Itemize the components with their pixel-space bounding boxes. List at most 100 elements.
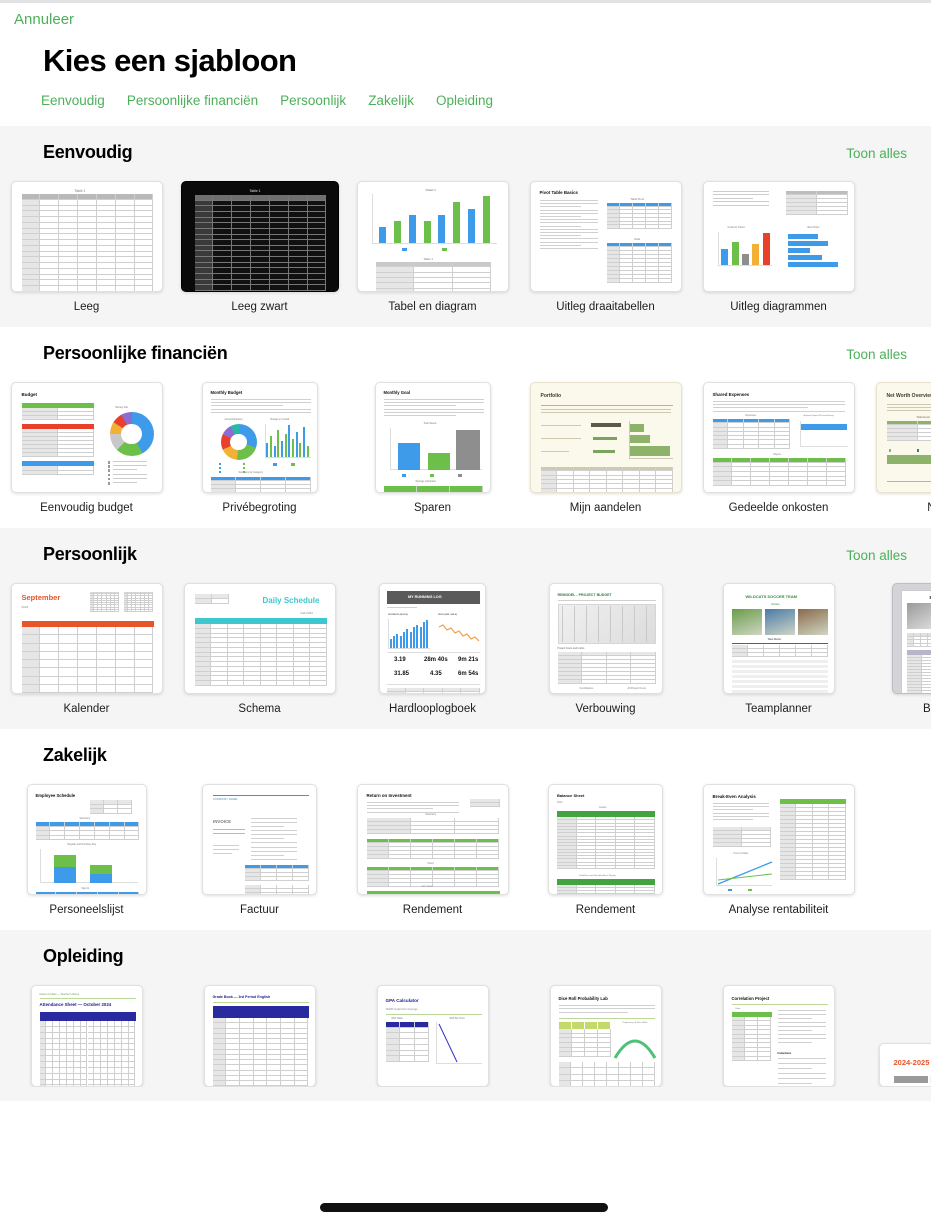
thumbnail-doc-title: 2020 [557, 801, 563, 804]
template-card[interactable]: Baby's First Year Babystatus [865, 583, 931, 715]
thumbnail-doc-title: DISTANCE (MILES) [388, 614, 408, 616]
template-card[interactable]: Chart 1 Table 1 Tabel en diagram [346, 181, 519, 313]
template-row[interactable]: Table 1 Leeg Table 1 Leeg zwart Chart 1 Table… [0, 163, 931, 313]
template-thumbnail[interactable]: Grade Book — 3rd Period English [203, 985, 316, 1087]
template-caption: Mijn aandelen [569, 502, 642, 514]
thumbnail-doc-title: Monthly Goal [383, 390, 411, 395]
thumbnail-doc-title: Summary by Category [238, 472, 263, 474]
thumbnail-doc-title: Regular and Overtime Pay [67, 844, 97, 846]
template-thumbnail[interactable]: 2024-2025 School Year [878, 1043, 931, 1087]
template-thumbnail[interactable]: Break-Even Analysis Cost vs Sales [702, 784, 855, 895]
template-caption: Analyse rentabiliteit [728, 904, 829, 916]
template-thumbnail[interactable]: Return on Investment Summary Chart NET YIEL… [356, 784, 509, 895]
template-card[interactable]: Daily Schedule Fall 2024 Schema [173, 583, 346, 715]
template-thumbnail[interactable]: Chart 1 Table 1 [356, 181, 509, 292]
template-card[interactable]: Monthly Goal Total Saved Savings Calculato… [346, 382, 519, 514]
template-card[interactable]: REMODEL - PROJECT BUDGET Project Costs an… [519, 583, 692, 715]
template-caption: Factuur [240, 904, 279, 916]
template-thumbnail[interactable]: Table 1 [180, 181, 339, 292]
template-thumbnail[interactable]: Baby's First Year [891, 583, 931, 694]
template-thumbnail[interactable]: GPA Calculator TERM Grade Point Average GP… [376, 985, 489, 1087]
thumbnail-doc-title: Summary [79, 818, 90, 820]
template-thumbnail[interactable]: Balance Sheet 2020 Assets Liabilities and S… [548, 784, 663, 895]
template-thumbnail[interactable]: Dice Roll Probability Lab Frequency of Di… [549, 985, 662, 1087]
template-card[interactable]: Correlation Project Data Instructions [692, 985, 865, 1087]
template-card[interactable]: COMPANY NAME INVOICE Factuur [173, 784, 346, 916]
template-card[interactable]: Portfolio Mijn aandelen [519, 382, 692, 514]
horizontal-scrollbar[interactable] [0, 1203, 931, 1212]
template-row[interactable]: Name of Class — Teacher's Name Attendance… [0, 967, 931, 1087]
thumbnail-doc-title: 2024 [21, 605, 29, 609]
template-row[interactable]: September 2024 Kalender Daily Schedule Fall … [0, 565, 931, 715]
template-thumbnail[interactable]: Shared Expenses Expenses Amount Spent Pers… [702, 382, 855, 493]
thumbnail-doc-title: Column Chart [727, 226, 745, 229]
template-card[interactable]: Table 1 Leeg [0, 181, 173, 313]
template-card[interactable]: Shared Expenses Expenses Amount Spent Pers… [692, 382, 865, 514]
template-card[interactable]: Grade Book — 3rd Period English [173, 985, 346, 1087]
template-row[interactable]: Budget Money Out Eenvoudig budget Monthly B… [0, 364, 931, 514]
thumbnail-doc-title: Roster [771, 602, 780, 606]
template-thumbnail[interactable]: Column Chart Bar Chart [702, 181, 855, 292]
template-card[interactable]: Break-Even Analysis Cost vs Sales Analyse … [692, 784, 865, 916]
template-card[interactable]: Dice Roll Probability Lab Frequency of Di… [519, 985, 692, 1087]
template-thumbnail[interactable]: Daily Schedule Fall 2024 [183, 583, 336, 694]
template-card[interactable]: Return on Investment Summary Chart NET YIEL… [346, 784, 519, 916]
template-row[interactable]: Employee Schedule Summary Regular and Over… [0, 766, 931, 916]
template-card[interactable] [865, 181, 931, 313]
template-thumbnail[interactable]: September 2024 [10, 583, 163, 694]
show-all-link[interactable]: Toon alles [846, 347, 907, 362]
template-thumbnail[interactable]: WILDCATS SOCCER TEAMRosterTeam RosterTea… [722, 583, 835, 694]
tab-persoonlijk[interactable]: Persoonlijk [280, 93, 346, 108]
template-thumbnail[interactable]: Net Worth OverviewTotal AssetsTotal Net … [875, 382, 931, 493]
template-card[interactable]: Monthly Budget Actual Summary Budget vs Ac… [173, 382, 346, 514]
template-card[interactable]: Table 1 Leeg zwart [173, 181, 346, 313]
template-thumbnail[interactable]: MY RUNNING LOG DISTANCE (MILES) PACE (MIN … [379, 583, 486, 694]
tab-opleiding[interactable]: Opleiding [436, 93, 493, 108]
template-card[interactable]: Budget Money Out Eenvoudig budget [0, 382, 173, 514]
tab-persoonlijke-financien[interactable]: Persoonlijke financiën [127, 93, 258, 108]
template-caption: Leeg zwart [231, 301, 288, 313]
thumbnail-doc-title: 2024-2025 School Year [893, 1058, 931, 1067]
template-card[interactable]: Pivot Table Basics Table Pivot Data Uitleg … [519, 181, 692, 313]
template-caption: Gedeelde onkosten [728, 502, 829, 514]
section-header: Zakelijk [0, 729, 931, 766]
tab-zakelijk[interactable]: Zakelijk [368, 93, 414, 108]
template-thumbnail[interactable]: REMODEL - PROJECT BUDGET Project Costs an… [548, 583, 663, 694]
template-card[interactable]: 2024-2025 School Year [865, 985, 931, 1087]
template-thumbnail[interactable]: Monthly Budget Actual Summary Budget vs Ac… [201, 382, 318, 493]
template-card[interactable]: GPA Calculator TERM Grade Point Average GP… [346, 985, 519, 1087]
thumbnail-doc-title: Balance Sheet [557, 793, 585, 798]
thumbnail-doc-title: GPA Calculator [385, 998, 419, 1003]
scrollbar-thumb[interactable] [320, 1203, 608, 1212]
thumbnail-doc-title: 9m 21s [458, 657, 479, 663]
template-thumbnail[interactable]: Pivot Table Basics Table Pivot Data [529, 181, 682, 292]
template-card[interactable]: Employee Schedule Summary Regular and Over… [0, 784, 173, 916]
thumbnail-doc-title: COMPANY NAME [213, 797, 238, 801]
template-thumbnail[interactable]: Budget Money Out [10, 382, 163, 493]
template-card[interactable]: Name of Class — Teacher's Name Attendance… [0, 985, 173, 1087]
template-card[interactable]: September 2024 Kalender [0, 583, 173, 715]
template-thumbnail[interactable]: COMPANY NAME INVOICE [202, 784, 317, 895]
cancel-button[interactable]: Annuleer [14, 11, 74, 28]
template-card[interactable]: WILDCATS SOCCER TEAM Roster Team Roster Tea… [692, 583, 865, 715]
template-card[interactable]: Net Worth OverviewTotal AssetsTotal Net … [865, 382, 931, 514]
thumbnail-doc-title: Chart 1 [425, 188, 436, 192]
template-scroll-area[interactable]: Eenvoudig Toon alles Table 1 Leeg Table 1 Lee… [0, 126, 931, 1101]
template-card[interactable]: Balance Sheet 2020 Assets Liabilities and S… [519, 784, 692, 916]
template-thumbnail[interactable]: Name of Class — Teacher's Name Attendance… [30, 985, 143, 1087]
section-header: Persoonlijk Toon alles [0, 528, 931, 565]
page-title: Kies een sjabloon [43, 43, 297, 78]
show-all-link[interactable]: Toon alles [846, 548, 907, 563]
show-all-link[interactable]: Toon alles [846, 146, 907, 161]
thumbnail-doc-title: Net Worth Overview [886, 393, 931, 399]
thumbnail-doc-title: Portfolio [540, 393, 562, 399]
template-thumbnail[interactable]: Monthly Goal Total Saved Savings Calculato… [374, 382, 491, 493]
template-caption: Rendement [402, 904, 463, 916]
template-card[interactable]: MY RUNNING LOG DISTANCE (MILES) PACE (MIN … [346, 583, 519, 715]
template-thumbnail[interactable]: Table 1 [10, 181, 163, 292]
template-thumbnail[interactable]: Correlation Project Data Instructions [722, 985, 835, 1087]
tab-eenvoudig[interactable]: Eenvoudig [41, 93, 105, 108]
template-thumbnail[interactable]: Portfolio [529, 382, 682, 493]
template-card[interactable]: Column Chart Bar Chart Uitleg diagrammen [692, 181, 865, 313]
template-thumbnail[interactable]: Employee Schedule Summary Regular and Over… [26, 784, 147, 895]
